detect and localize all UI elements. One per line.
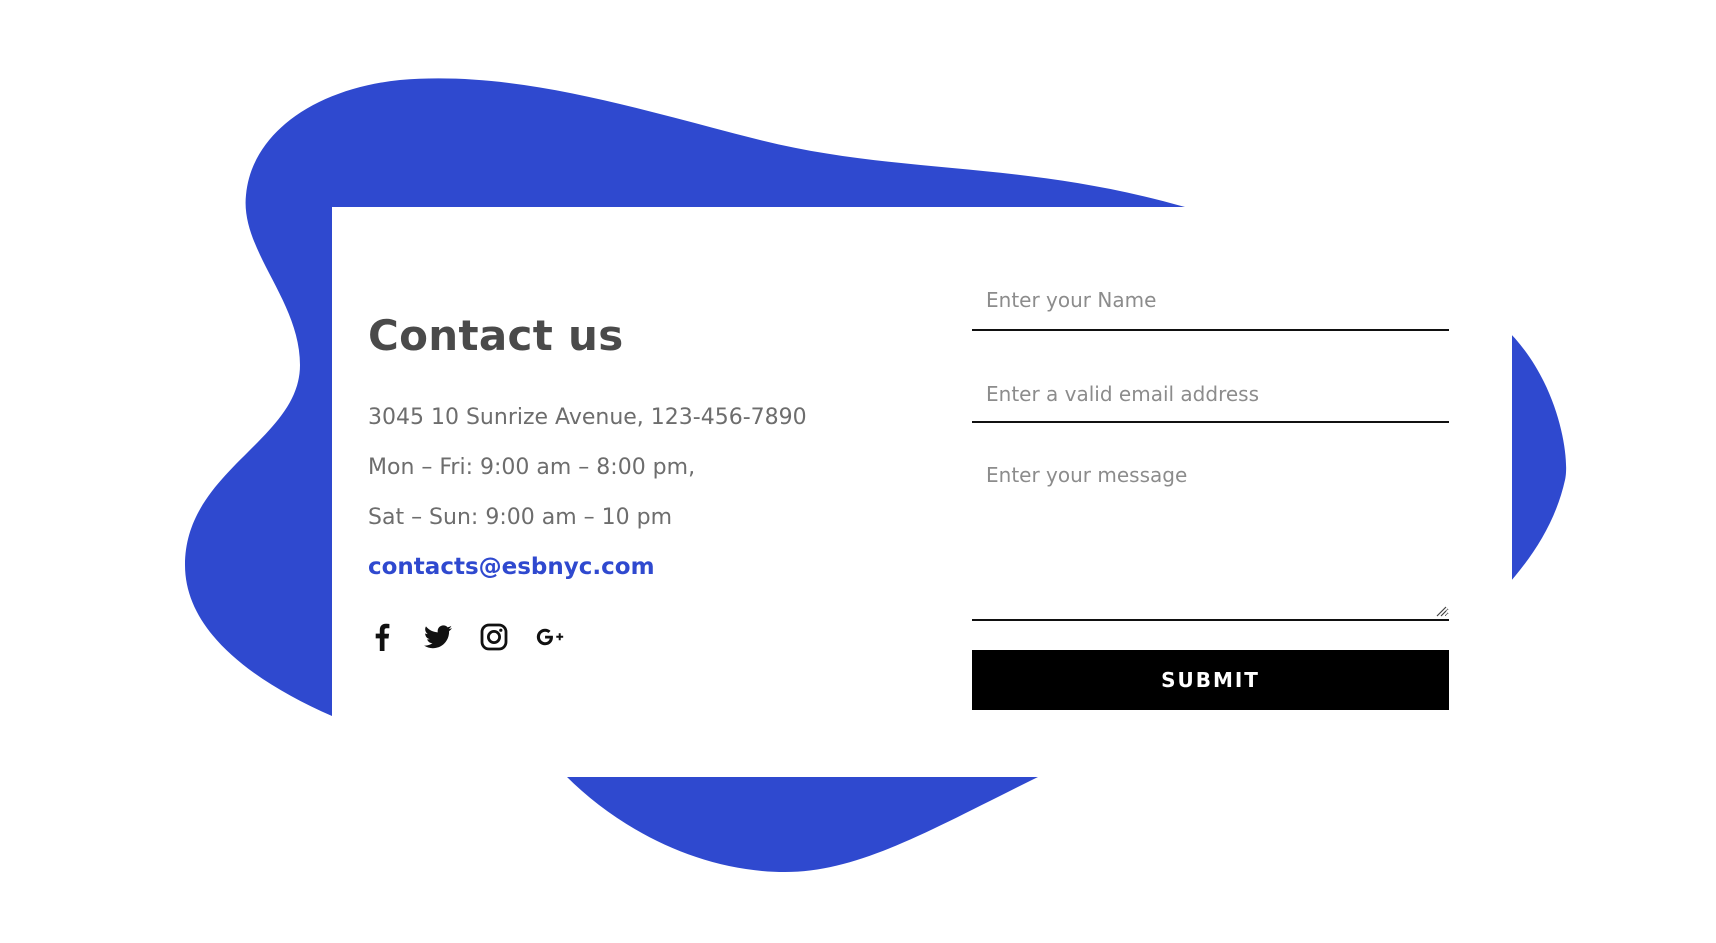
email-input[interactable]	[972, 331, 1449, 421]
blob-bottom-lobe	[566, 776, 1040, 872]
page-title: Contact us	[368, 311, 624, 360]
message-field-wrapper	[972, 423, 1449, 621]
address-text: 3045 10 Sunrize Avenue, 123-456-7890	[368, 405, 807, 430]
name-input[interactable]	[972, 265, 1449, 329]
weekend-hours-text: Sat – Sun: 9:00 am – 10 pm	[368, 505, 672, 530]
blob-right-lobe	[1504, 327, 1567, 589]
instagram-icon[interactable]	[480, 623, 508, 651]
weekday-hours-text: Mon – Fri: 9:00 am – 8:00 pm,	[368, 455, 696, 480]
email-link[interactable]: contacts@esbnyc.com	[368, 554, 655, 580]
message-textarea[interactable]	[972, 423, 1449, 617]
submit-button[interactable]: SUBMIT	[972, 650, 1449, 710]
resize-handle-icon[interactable]	[1435, 605, 1447, 617]
contact-card: Contact us 3045 10 Sunrize Avenue, 123-4…	[332, 207, 1512, 777]
name-field-wrapper	[972, 265, 1449, 331]
email-field-wrapper	[972, 331, 1449, 423]
google-plus-icon[interactable]	[536, 623, 564, 651]
contact-form: SUBMIT	[972, 265, 1449, 710]
social-links	[368, 621, 564, 653]
contact-section: Contact us 3045 10 Sunrize Avenue, 123-4…	[0, 0, 1716, 943]
twitter-icon[interactable]	[424, 623, 452, 651]
facebook-icon[interactable]	[368, 623, 396, 651]
